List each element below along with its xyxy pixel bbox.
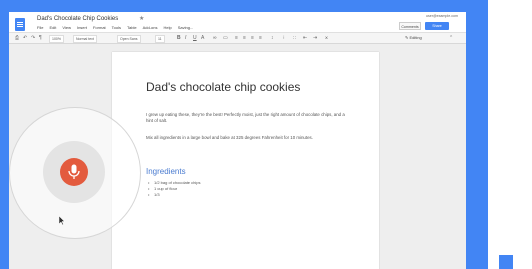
editing-label: Editing [409,35,422,40]
undo-icon[interactable]: ↶ [23,35,27,41]
comments-button[interactable]: Comments [399,22,421,30]
save-status: Saving... [177,25,194,30]
numbered-list-icon[interactable]: ⁝ [283,35,285,41]
line-spacing-icon[interactable]: ↕ [271,35,274,41]
align-right-icon[interactable]: ≡ [251,35,254,41]
font-size-select[interactable]: 11 [155,35,165,43]
account-email[interactable]: user@example.com [426,14,458,18]
style-select[interactable]: Normal text [73,35,97,43]
menu-file[interactable]: File [37,25,43,31]
bold-icon[interactable]: B [177,35,181,41]
document-title[interactable]: Dad's Chocolate Chip Cookies [37,16,118,22]
decrease-indent-icon[interactable]: ⇤ [303,35,307,41]
menu-addons[interactable]: Add-ons [143,25,158,31]
left-border [0,0,9,269]
screen: Dad's Chocolate Chip Cookies ★ File Edit… [0,0,532,269]
menu-tools[interactable]: Tools [112,25,121,31]
mouse-cursor-icon [59,216,65,225]
menu-edit[interactable]: Edit [49,25,56,31]
zoom-select[interactable]: 100% [49,35,64,43]
menu-view[interactable]: View [62,25,71,31]
docs-window: Dad's Chocolate Chip Cookies ★ File Edit… [9,12,466,269]
menu-format[interactable]: Format [93,25,106,31]
print-icon[interactable]: ⎙ [15,35,19,41]
right-border [466,0,488,269]
docs-file-icon [499,255,513,269]
collapse-icon[interactable]: ⌃ [449,35,453,41]
paint-format-icon[interactable]: ¶ [39,35,42,41]
menu-table[interactable]: Table [127,25,137,31]
editing-mode[interactable]: ✎ Editing [405,35,422,40]
star-icon[interactable]: ★ [139,15,144,22]
italic-icon[interactable]: I [185,35,186,41]
menu-help[interactable]: Help [163,25,171,31]
link-icon[interactable]: ∞ [213,35,217,41]
align-center-icon[interactable]: ≡ [243,35,246,41]
toolbar: ⎙ ↶ ↷ ¶ 100% Normal text Open Sans 11 B … [9,32,466,44]
paragraph-instructions: Mix all ingredients in a large bowl and … [146,135,313,140]
top-border [0,0,488,12]
document-page[interactable]: Dad's chocolate chip cookies I grew up e… [112,52,379,269]
pencil-icon: ✎ [405,35,409,40]
align-left-icon[interactable]: ≡ [235,35,238,41]
microphone-icon [68,164,80,179]
list-item: 1/3 [148,192,159,197]
underline-icon[interactable]: U [193,35,197,41]
clear-format-icon[interactable]: ⅹ [325,35,328,41]
menu-bar: File Edit View Insert Format Tools Table… [37,25,193,31]
menu-insert[interactable]: Insert [77,25,87,31]
paragraph-intro: I grew up eating these, they're the best… [146,112,345,123]
justify-icon[interactable]: ≡ [259,35,262,41]
list-item: 1/2 bag of chocolate chips [148,180,201,185]
text-color-icon[interactable]: A [201,35,204,41]
share-button[interactable]: Share [425,22,449,30]
comment-icon[interactable]: ▭ [223,35,228,41]
voice-typing-button[interactable] [60,158,88,186]
increase-indent-icon[interactable]: ⇥ [313,35,317,41]
font-select[interactable]: Open Sans [117,35,141,43]
redo-icon[interactable]: ↷ [31,35,35,41]
ingredients-heading: Ingredients [146,167,186,176]
doc-heading: Dad's chocolate chip cookies [146,80,301,94]
title-bar: Dad's Chocolate Chip Cookies ★ File Edit… [9,12,466,32]
docs-logo-icon[interactable] [15,18,25,31]
bulleted-list-icon[interactable]: ∷ [293,35,296,41]
list-item: 1 cup of flour [148,186,177,191]
